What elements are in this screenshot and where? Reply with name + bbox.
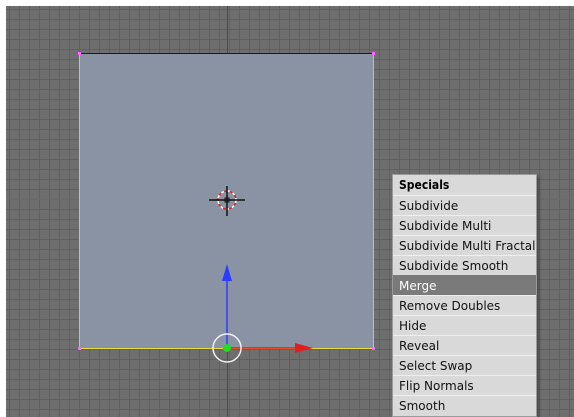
menu-item-select-swap[interactable]: Select Swap [393, 355, 536, 375]
menu-item-reveal[interactable]: Reveal [393, 335, 536, 355]
menu-item-merge[interactable]: Merge [393, 275, 536, 295]
menu-item-hide[interactable]: Hide [393, 315, 536, 335]
menu-item-subdivide[interactable]: Subdivide [393, 195, 536, 215]
menu-item-smooth[interactable]: Smooth [393, 395, 536, 415]
specials-menu-items: Subdivide Subdivide Multi Subdivide Mult… [393, 195, 536, 415]
menu-item-subdivide-multi[interactable]: Subdivide Multi [393, 215, 536, 235]
3d-cursor-icon[interactable] [209, 186, 245, 216]
specials-menu-title: Specials [393, 175, 536, 195]
menu-item-subdivide-smooth[interactable]: Subdivide Smooth [393, 255, 536, 275]
specials-menu[interactable]: Specials Subdivide Subdivide Multi Subdi… [392, 174, 537, 417]
menu-item-flip-normals[interactable]: Flip Normals [393, 375, 536, 395]
transform-manipulator-icon[interactable] [212, 264, 313, 363]
menu-item-subdivide-multi-fractal[interactable]: Subdivide Multi Fractal [393, 235, 536, 255]
menu-item-remove-doubles[interactable]: Remove Doubles [393, 295, 536, 315]
